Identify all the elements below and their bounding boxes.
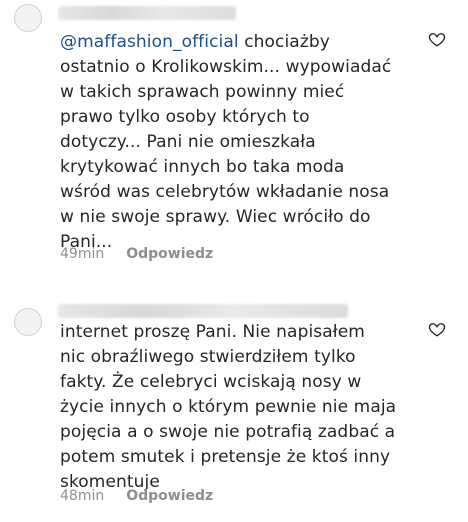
comment-item: internet proszę Pani. Nie napisałem nic … <box>0 300 468 522</box>
comment-text-line: wśród was celebrytów wkładanie nosa <box>60 182 390 202</box>
comment-text-line: życie innych o którym pewnie nie maja <box>60 397 397 417</box>
comment-text-line: fakty. Że celebryci wciskają nosy w <box>60 372 362 392</box>
comment-text-line: nic obraźliwego stwierdziłem tylko <box>60 347 356 367</box>
comment-timestamp: 48min <box>60 488 105 504</box>
comment-text-line: internet proszę Pani. Nie napisałem <box>60 322 365 342</box>
reply-button[interactable]: Odpowiedz <box>126 488 213 504</box>
comment-text: @maffashion_official chociażby ostatnio … <box>60 30 420 255</box>
reply-button[interactable]: Odpowiedz <box>126 246 213 262</box>
avatar[interactable] <box>14 4 42 32</box>
mention-link[interactable]: @maffashion_official <box>60 32 239 52</box>
comment-text-line: chociażby <box>238 32 330 52</box>
comment-text-line: w takich sprawach powinny mieć <box>60 82 345 102</box>
comment-text-line: w nie swoje sprawy. Wiec wróciło do <box>60 207 371 227</box>
comment-text-line: dotyczy... Pani nie omieszkała <box>60 132 316 152</box>
comment-text-line: prawo tylko osoby których to <box>60 107 310 127</box>
comment-text-line: pojęcia a o swoje nie potrafią zadbać a <box>60 422 396 442</box>
comment-text: internet proszę Pani. Nie napisałem nic … <box>60 320 420 495</box>
comment-timestamp: 49min <box>60 246 105 262</box>
comment-text-line: krytykować innych bo taka moda <box>60 157 345 177</box>
comment-text-line: potem smutek i pretensje że ktoś inny <box>60 447 391 467</box>
comment-text-line: ostatnio o Krolikowskim... wypowiadać <box>60 57 392 77</box>
username-redacted <box>58 304 348 318</box>
username-redacted <box>58 6 236 20</box>
heart-outline-icon[interactable] <box>428 320 446 338</box>
avatar[interactable] <box>14 308 42 336</box>
comment-item: @maffashion_official chociażby ostatnio … <box>0 0 468 270</box>
heart-outline-icon[interactable] <box>428 30 446 48</box>
